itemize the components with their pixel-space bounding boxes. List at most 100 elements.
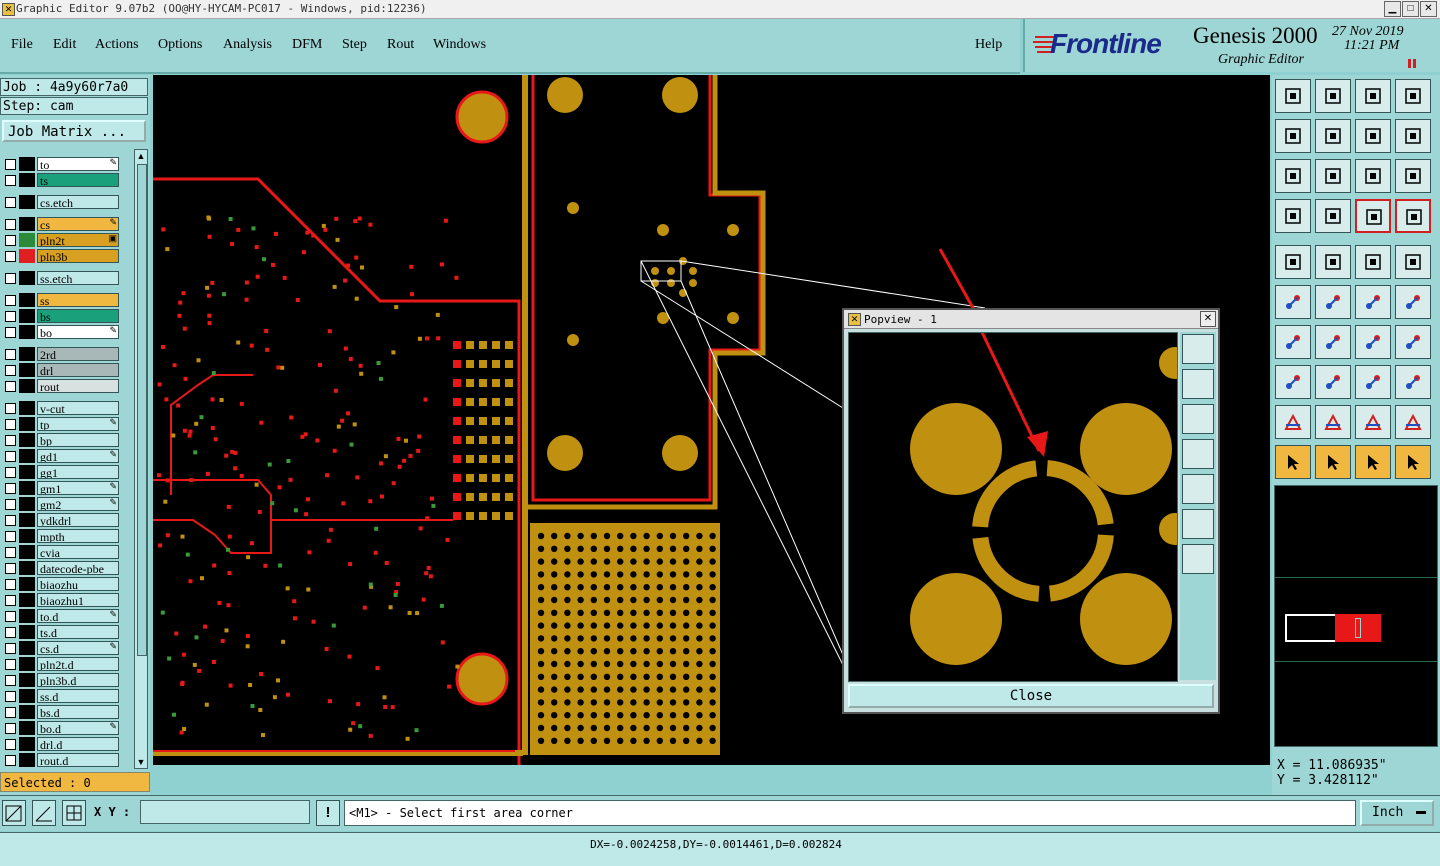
layer-checkbox[interactable] xyxy=(5,563,16,574)
pop-pan-right-button[interactable] xyxy=(1182,474,1214,504)
layer-checkbox[interactable] xyxy=(5,691,16,702)
layer-checkbox[interactable] xyxy=(5,159,16,170)
layer-row[interactable]: pln2t ▣ xyxy=(3,233,119,247)
add-line-button[interactable] xyxy=(1315,245,1351,279)
layer-color-swatch[interactable] xyxy=(19,481,35,495)
layer-checkbox[interactable] xyxy=(5,579,16,590)
layer-checkbox[interactable] xyxy=(5,435,16,446)
layer-color-swatch[interactable] xyxy=(19,233,35,247)
layer-name[interactable]: ts xyxy=(37,173,119,187)
layer-color-swatch[interactable] xyxy=(19,173,35,187)
layer-color-swatch[interactable] xyxy=(19,417,35,431)
close-window-button[interactable]: ✕ xyxy=(1420,1,1437,17)
layer-color-swatch[interactable] xyxy=(19,157,35,171)
layer-name[interactable]: pln3b.d xyxy=(37,673,119,687)
layer-color-swatch[interactable] xyxy=(19,293,35,307)
layer-name[interactable]: ss xyxy=(37,293,119,307)
zoom-redraw-button[interactable] xyxy=(1395,119,1431,153)
layer-checkbox[interactable] xyxy=(5,531,16,542)
layer-row[interactable]: gd1 ✎ xyxy=(3,449,119,463)
connect-node-button[interactable] xyxy=(1355,285,1391,319)
layer-name[interactable]: bp xyxy=(37,433,119,447)
layer-name[interactable]: gm1 xyxy=(37,481,119,495)
maximize-button[interactable]: □ xyxy=(1402,1,1419,17)
line-angle-button[interactable] xyxy=(1275,325,1311,359)
layer-checkbox[interactable] xyxy=(5,251,16,262)
layer-checkbox[interactable] xyxy=(5,311,16,322)
layer-name[interactable]: gg1 xyxy=(37,465,119,479)
layer-row[interactable]: biaozhu xyxy=(3,577,119,591)
add-circle-button[interactable] xyxy=(1395,245,1431,279)
layer-name[interactable]: ss.d xyxy=(37,689,119,703)
layer-name[interactable]: gm2 xyxy=(37,497,119,511)
layer-color-swatch[interactable] xyxy=(19,705,35,719)
layer-checkbox[interactable] xyxy=(5,235,16,246)
layer-row[interactable]: gm2 ✎ xyxy=(3,497,119,511)
popview-canvas[interactable] xyxy=(848,332,1178,682)
layer-row[interactable]: rout.d xyxy=(3,753,119,767)
layer-row[interactable]: cs.etch xyxy=(3,195,119,209)
layer-checkbox[interactable] xyxy=(5,483,16,494)
select-pointer-c-button[interactable] xyxy=(1355,445,1391,479)
layer-name[interactable]: pln2t.d xyxy=(37,657,119,671)
layer-checkbox[interactable] xyxy=(5,499,16,510)
layer-name[interactable]: pln3b xyxy=(37,249,119,263)
layer-name[interactable]: biaozhu xyxy=(37,577,119,591)
job-matrix-button[interactable]: Job Matrix ... xyxy=(2,120,146,142)
delete-feature-button[interactable] xyxy=(1315,285,1351,319)
layer-row[interactable]: ts xyxy=(3,173,119,187)
layer-checkbox[interactable] xyxy=(5,739,16,750)
layer-color-swatch[interactable] xyxy=(19,271,35,285)
measure-mode-button[interactable] xyxy=(32,800,56,826)
layer-color-swatch[interactable] xyxy=(19,689,35,703)
layer-color-swatch[interactable] xyxy=(19,753,35,767)
layer-name[interactable]: cvia xyxy=(37,545,119,559)
pop-pan-left-button[interactable] xyxy=(1182,439,1214,469)
layer-checkbox[interactable] xyxy=(5,175,16,186)
layer-row[interactable]: pln3b.d xyxy=(3,673,119,687)
move-node-button[interactable] xyxy=(1275,285,1311,319)
layer-checkbox[interactable] xyxy=(5,643,16,654)
help-query-button[interactable] xyxy=(1395,159,1431,193)
layer-color-swatch[interactable] xyxy=(19,249,35,263)
layer-name[interactable]: cs.d xyxy=(37,641,119,655)
undo-zoom-button[interactable] xyxy=(1355,119,1391,153)
menu-options[interactable]: Options xyxy=(158,37,202,53)
dimension-a-button[interactable] xyxy=(1275,405,1311,439)
split-line-button[interactable] xyxy=(1315,365,1351,399)
all-layers-button[interactable] xyxy=(1395,199,1431,233)
layer-color-swatch[interactable] xyxy=(19,657,35,671)
menu-edit[interactable]: Edit xyxy=(53,37,76,53)
layer-name[interactable]: bo.d xyxy=(37,721,119,735)
zoom-window-button[interactable] xyxy=(1395,79,1431,113)
layer-name[interactable]: gd1 xyxy=(37,449,119,463)
layer-color-swatch[interactable] xyxy=(19,545,35,559)
net-tool-button[interactable] xyxy=(1395,325,1431,359)
layer-checkbox[interactable] xyxy=(5,707,16,718)
layer-name[interactable]: mpth xyxy=(37,529,119,543)
layer-name[interactable]: ts.d xyxy=(37,625,119,639)
snap-settings-button[interactable] xyxy=(1275,199,1311,233)
layer-checkbox[interactable] xyxy=(5,197,16,208)
layer-name[interactable]: bs xyxy=(37,309,119,323)
layer-color-swatch[interactable] xyxy=(19,625,35,639)
affected-layers-button[interactable] xyxy=(1355,199,1391,233)
menu-actions[interactable]: Actions xyxy=(95,37,139,53)
layer-row[interactable]: ss.d xyxy=(3,689,119,703)
zoom-house-button[interactable] xyxy=(1355,79,1391,113)
layer-checkbox[interactable] xyxy=(5,611,16,622)
zoom-1-1-button[interactable] xyxy=(1355,159,1391,193)
layer-checkbox[interactable] xyxy=(5,219,16,230)
layer-row[interactable]: ts.d xyxy=(3,625,119,639)
popview-close-icon[interactable]: ✕ xyxy=(1200,311,1216,327)
transform-button[interactable] xyxy=(1355,365,1391,399)
layer-color-swatch[interactable] xyxy=(19,561,35,575)
layer-color-swatch[interactable] xyxy=(19,325,35,339)
layer-color-swatch[interactable] xyxy=(19,609,35,623)
popview-zoom-view[interactable] xyxy=(849,333,1177,681)
scroll-down-icon[interactable]: ▼ xyxy=(136,757,146,767)
layer-color-swatch[interactable] xyxy=(19,529,35,543)
pop-pan-down-button[interactable] xyxy=(1182,404,1214,434)
pop-zoom-out-button[interactable] xyxy=(1182,544,1214,574)
layer-checkbox[interactable] xyxy=(5,595,16,606)
